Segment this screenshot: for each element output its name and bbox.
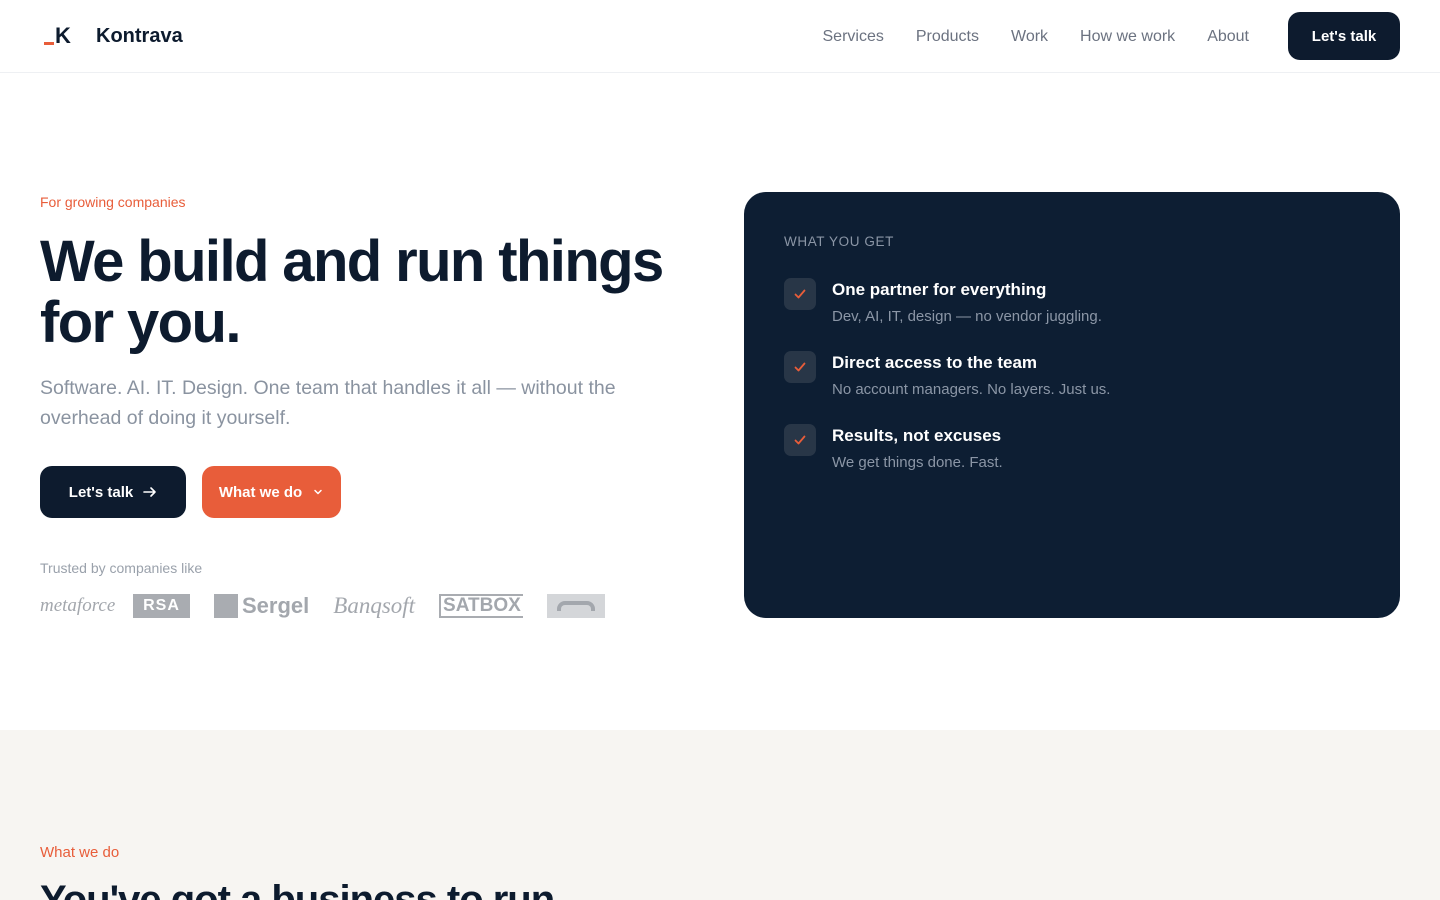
- nav-item-about[interactable]: About: [1207, 27, 1249, 47]
- what-we-do-section: What we do You've got a business to run.: [0, 730, 1440, 900]
- benefit-item: One partner for everything Dev, AI, IT, …: [784, 278, 1364, 334]
- logo-rsa: RSA: [133, 594, 190, 618]
- sergel-mark-icon: [214, 594, 238, 618]
- benefit-desc: Dev, AI, IT, design — no vendor juggling…: [832, 308, 1102, 325]
- what-we-do-button[interactable]: What we do: [202, 466, 341, 518]
- benefit-desc: No account managers. No layers. Just us.: [832, 381, 1111, 398]
- benefit-title: Direct access to the team: [832, 353, 1038, 372]
- chevron-down-icon: [312, 486, 324, 498]
- lets-talk-label: Let's talk: [68, 483, 134, 501]
- benefit-title: Results, not excuses: [832, 426, 1002, 445]
- benefit-title: One partner for everything: [832, 280, 1047, 299]
- benefits-card: WHAT YOU GET One partner for everything …: [744, 192, 1400, 618]
- hero-eyebrow: For growing companies: [40, 194, 186, 210]
- nav-item-services[interactable]: Services: [823, 27, 884, 47]
- check-icon: [784, 278, 816, 310]
- logo-metaforce: metaforce: [40, 595, 116, 616]
- card-label: WHAT YOU GET: [784, 234, 894, 249]
- client-logos: metaforce RSA Sergel Banqsoft SATBOX: [40, 592, 605, 620]
- benefit-desc: We get things done. Fast.: [832, 454, 1003, 471]
- trusted-label: Trusted by companies like: [40, 560, 203, 576]
- site-header: K Kontrava Services Products Work How we…: [0, 0, 1440, 73]
- nav-item-how-we-work[interactable]: How we work: [1080, 27, 1175, 47]
- logo-satbox: SATBOX: [439, 594, 523, 618]
- section-title: You've got a business to run.: [40, 878, 565, 900]
- benefit-item: Direct access to the team No account man…: [784, 351, 1364, 407]
- logo-banqsoft: Banqsoft: [333, 593, 416, 618]
- arrow-right-icon: [143, 485, 157, 499]
- sergel-text: Sergel: [242, 593, 310, 618]
- lets-talk-button[interactable]: Let's talk: [40, 466, 186, 518]
- logo[interactable]: K: [44, 24, 72, 48]
- check-icon: [784, 424, 816, 456]
- brand-name[interactable]: Kontrava: [96, 24, 183, 48]
- what-we-do-label: What we do: [218, 483, 303, 501]
- logo-wave-icon: [546, 594, 605, 618]
- logo-sergel: Sergel: [214, 593, 309, 619]
- logo-mark-icon: K: [44, 24, 72, 48]
- nav-item-work[interactable]: Work: [1011, 27, 1048, 47]
- main-nav: Services Products Work How we work About: [823, 27, 1250, 47]
- check-icon: [784, 351, 816, 383]
- hero-subtitle: Software. AI. IT. Design. One team that …: [40, 377, 616, 429]
- header-cta-button[interactable]: Let's talk: [1288, 12, 1400, 60]
- section-eyebrow: What we do: [40, 844, 120, 861]
- hero-title: We build and run things for you.: [40, 229, 664, 355]
- nav-item-products[interactable]: Products: [916, 27, 979, 47]
- benefit-item: Results, not excuses We get things done.…: [784, 424, 1364, 480]
